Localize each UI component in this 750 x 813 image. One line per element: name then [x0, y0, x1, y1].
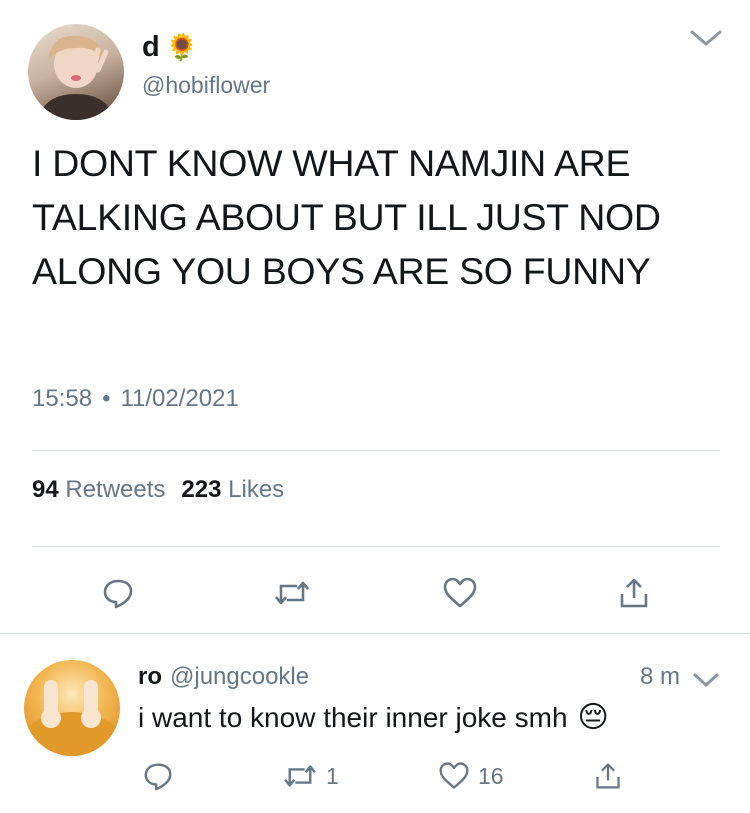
reply-retweet-count: 1 — [326, 762, 339, 789]
heart-icon — [439, 762, 469, 789]
like-button[interactable] — [440, 573, 480, 613]
reply-share-button[interactable] — [594, 758, 622, 794]
author-display-name: d — [142, 30, 160, 63]
timestamp-separator: • — [102, 385, 111, 412]
retweet-icon — [284, 765, 316, 787]
reply-time: 8 m — [640, 663, 681, 690]
reply-handle[interactable]: @jungcookle — [170, 663, 309, 691]
author-avatar[interactable] — [28, 24, 124, 120]
reply-author-avatar[interactable] — [24, 660, 120, 756]
reply-bubble-icon — [144, 763, 172, 791]
retweets-count: 94 — [32, 476, 59, 503]
reply-text: i want to know their inner joke smh — [138, 702, 568, 733]
reply-retweet-button[interactable]: 1 — [282, 758, 339, 794]
reply-button[interactable] — [98, 573, 138, 613]
likes-label: Likes — [228, 476, 285, 503]
pensive-face-icon: 😔 — [577, 701, 609, 734]
tweet-time: 15:58 — [32, 385, 93, 412]
divider — [32, 450, 720, 451]
reply-text-row: i want to know their inner joke smh 😔 — [138, 702, 609, 734]
tweet-stats: 94 Retweets 223 Likes — [32, 476, 284, 504]
reply-display-name[interactable]: ro — [138, 663, 162, 691]
tweet-timestamp: 15:58 • 11/02/2021 — [32, 385, 239, 413]
retweet-icon — [275, 581, 309, 605]
share-icon — [620, 578, 648, 608]
reply-like-button[interactable]: 16 — [438, 758, 504, 794]
retweets-label: Retweets — [65, 476, 166, 503]
reply-reply-button[interactable] — [142, 758, 174, 794]
tweet-text: I DONT KNOW WHAT NAMJIN ARE TALKING ABOU… — [32, 142, 661, 292]
author-name-row[interactable]: d 🌻 — [142, 27, 198, 67]
reply-bubble-icon — [103, 579, 133, 609]
reply-header: ro @jungcookle — [138, 663, 309, 691]
author-handle[interactable]: @hobiflower — [142, 72, 270, 99]
divider — [0, 633, 750, 634]
chevron-down-icon[interactable] — [688, 26, 724, 55]
divider — [32, 546, 720, 547]
chevron-down-icon[interactable] — [692, 670, 720, 695]
likes-count: 223 — [181, 476, 222, 503]
reply-like-count: 16 — [478, 762, 504, 789]
heart-icon — [443, 577, 477, 608]
likes-stat[interactable]: 223 Likes — [181, 476, 284, 504]
retweets-stat[interactable]: 94 Retweets — [32, 476, 165, 504]
share-button[interactable] — [614, 573, 654, 613]
share-icon — [596, 763, 620, 789]
sunflower-icon: 🌻 — [165, 32, 199, 62]
tweet-date: 11/02/2021 — [120, 385, 239, 412]
retweet-button[interactable] — [272, 573, 312, 613]
